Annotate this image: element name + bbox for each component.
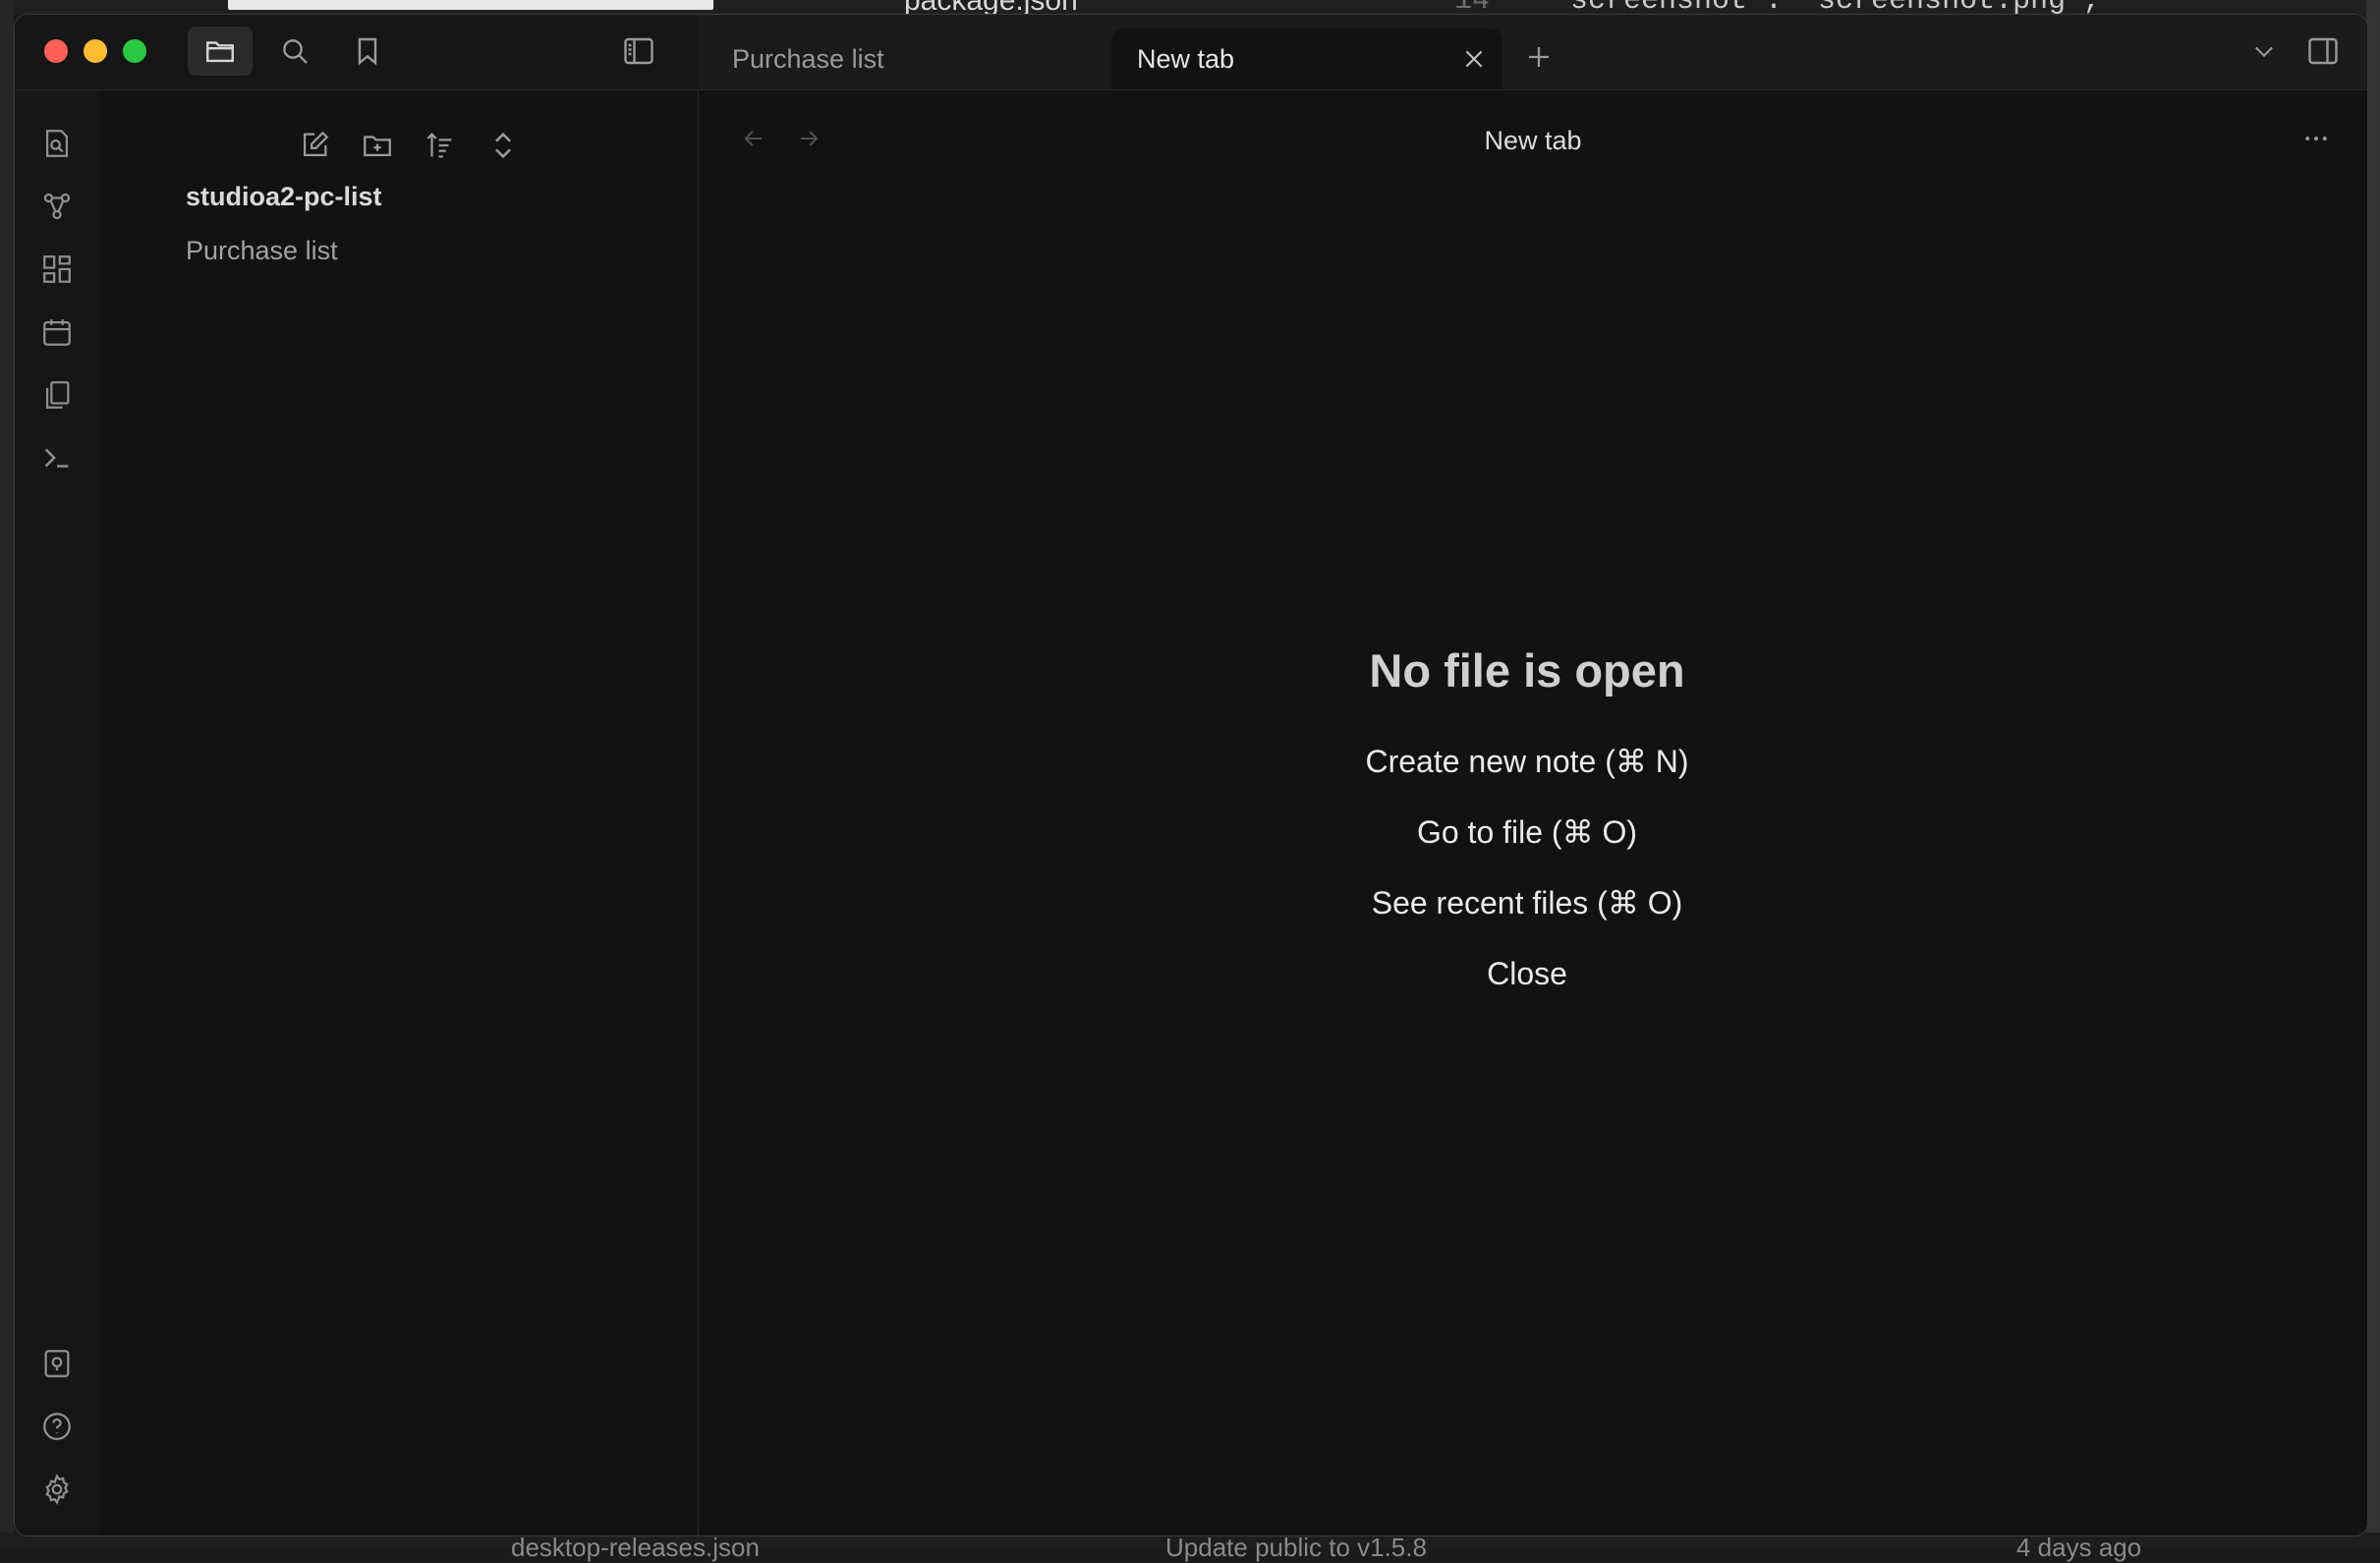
bookmark-icon[interactable] xyxy=(345,28,390,74)
tab-new-tab[interactable]: New tab xyxy=(1111,28,1502,89)
sidebar-titlebar xyxy=(15,15,699,90)
close-link[interactable]: Close xyxy=(1487,955,1567,992)
tab-list-chevron-down-icon[interactable] xyxy=(2241,28,2287,74)
toggle-left-sidebar-icon[interactable] xyxy=(616,28,661,74)
templates-icon[interactable] xyxy=(34,372,80,418)
tab-bar: Purchase list New tab xyxy=(699,15,2367,90)
tab-label: New tab xyxy=(1137,43,1235,74)
background-right-edge xyxy=(2366,0,2380,1548)
graph-view-icon[interactable] xyxy=(34,184,80,229)
empty-state-title: No file is open xyxy=(1369,644,1685,697)
search-icon[interactable] xyxy=(272,28,317,74)
window-zoom-button[interactable] xyxy=(123,39,146,63)
tab-purchase-list[interactable]: Purchase list xyxy=(703,28,1105,89)
see-recent-files-link[interactable]: See recent files (⌘ O) xyxy=(1372,884,1683,921)
tab-label: Purchase list xyxy=(732,43,884,74)
window-close-button[interactable] xyxy=(44,39,68,63)
sort-icon[interactable] xyxy=(418,123,463,168)
help-icon[interactable] xyxy=(34,1404,80,1449)
command-palette-icon[interactable] xyxy=(34,435,80,480)
empty-state: No file is open Create new note (⌘ N) Go… xyxy=(699,643,2355,1026)
app-window: studioa2-pc-list Purchase list Purchase … xyxy=(14,14,2368,1536)
file-explorer-pane: studioa2-pc-list Purchase list xyxy=(99,15,699,1535)
file-item-purchase-list[interactable]: Purchase list xyxy=(186,236,338,266)
new-folder-icon[interactable] xyxy=(355,123,400,168)
background-left-edge xyxy=(0,0,14,1548)
close-tab-icon[interactable] xyxy=(1455,40,1493,78)
main-editor-area: Purchase list New tab New tab No file is… xyxy=(699,15,2367,1535)
settings-icon[interactable] xyxy=(34,1467,80,1512)
go-to-file-link[interactable]: Go to file (⌘ O) xyxy=(1417,813,1637,851)
toggle-right-sidebar-icon[interactable] xyxy=(2300,28,2346,74)
canvas-icon[interactable] xyxy=(34,247,80,292)
left-ribbon xyxy=(15,15,100,1535)
background-white-bar xyxy=(228,0,713,10)
vault-name[interactable]: studioa2-pc-list xyxy=(186,182,382,212)
vault-switcher-icon[interactable] xyxy=(34,1341,80,1386)
view-header-title: New tab xyxy=(1484,126,1582,155)
window-minimize-button[interactable] xyxy=(84,39,107,63)
daily-note-icon[interactable] xyxy=(34,309,80,355)
files-tab-folder-icon[interactable] xyxy=(188,27,253,76)
new-tab-plus-icon[interactable] xyxy=(1516,34,1561,80)
create-new-note-link[interactable]: Create new note (⌘ N) xyxy=(1365,743,1688,780)
collapse-all-icon[interactable] xyxy=(481,123,526,168)
new-note-icon[interactable] xyxy=(292,123,337,168)
open-quick-switcher-icon[interactable] xyxy=(34,121,80,166)
more-options-icon[interactable] xyxy=(2295,119,2338,158)
